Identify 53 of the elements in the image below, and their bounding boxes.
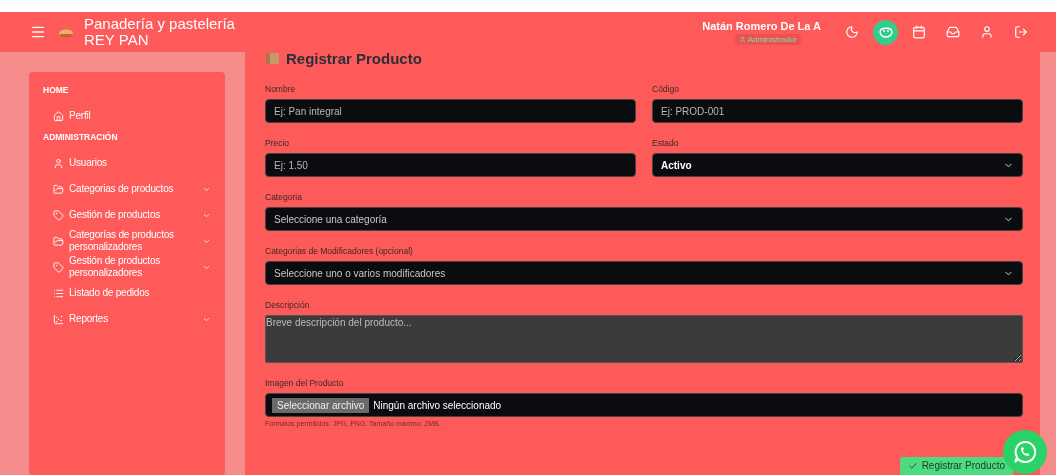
role-badge: Administrador: [734, 33, 801, 45]
sidebar-item[interactable]: Categorías de productos personalizadores: [43, 228, 219, 254]
file-field[interactable]: Seleccionar archivo Ningún archivo seleccionado: [265, 393, 1023, 417]
phone-bubble-icon: [1012, 439, 1038, 465]
app-title: Panadería y pastelería: [84, 16, 235, 32]
check-icon: [907, 460, 918, 471]
section-title: HOME: [43, 85, 70, 95]
folder-icon: [53, 235, 64, 247]
sidebar-item[interactable]: Gestión de productos personalizadores: [43, 254, 219, 280]
field-label: Descripción: [265, 299, 311, 312]
list-icon: [53, 287, 64, 299]
file-status: Ningún archivo seleccionado: [373, 399, 502, 411]
user-icon: [53, 157, 64, 169]
logout-icon[interactable]: [1014, 25, 1028, 39]
tag-icon: [53, 209, 64, 221]
avatar[interactable]: [873, 19, 898, 45]
form-title: Registrar Producto: [286, 52, 422, 67]
field-label: Categoria: [265, 191, 303, 204]
text-field[interactable]: Ej: 1.50: [265, 153, 636, 177]
sidebar-item[interactable]: Gestión de productos: [43, 202, 219, 228]
field-label: Imagen del Producto: [265, 377, 345, 390]
inbox-icon[interactable]: [946, 25, 960, 39]
tag-icon: [53, 261, 64, 273]
field-label: Código: [652, 83, 680, 96]
select-field[interactable]: Seleccione una categoría: [265, 207, 1023, 231]
select-field[interactable]: Activo: [652, 153, 1023, 177]
text-field[interactable]: Ej: PROD-001: [652, 99, 1023, 123]
sidebar-item[interactable]: Categorias de productos: [43, 176, 219, 202]
sidebar-item[interactable]: Reportes: [43, 306, 219, 332]
text-field[interactable]: Ej: Pan integral: [265, 99, 636, 123]
field-label: Categorias de Modificadores (opcional): [265, 245, 414, 258]
section-title: ADMINISTRACIÓN: [43, 132, 119, 142]
description-field[interactable]: Breve descripción del producto...: [265, 315, 1023, 363]
calendar-icon[interactable]: [912, 25, 926, 39]
field-label: Nombre: [265, 83, 297, 96]
user-name: Natán Romero De La A: [702, 19, 821, 32]
submit-button[interactable]: Registrar Producto: [899, 457, 1013, 475]
folder-icon: [53, 183, 64, 195]
sidebar-item[interactable]: Perfil: [43, 103, 219, 129]
select-field[interactable]: Seleccione uno o varios modificadores: [265, 261, 1023, 285]
cake-icon: [58, 25, 74, 39]
house-icon: [53, 110, 64, 122]
menu-icon[interactable]: [30, 24, 46, 40]
field-label: Estado: [652, 137, 680, 150]
app-title: REY PAN: [84, 32, 150, 48]
chart-icon: [53, 313, 64, 325]
choose-file-button[interactable]: Seleccionar archivo: [272, 397, 370, 413]
user-icon[interactable]: [980, 25, 994, 39]
box-icon: [265, 52, 280, 65]
sidebar-item[interactable]: Listado de pedidos: [43, 280, 219, 306]
field-label: Precio: [265, 137, 291, 150]
sidebar-item[interactable]: Usuarios: [43, 150, 219, 176]
moon-icon[interactable]: [845, 25, 859, 39]
